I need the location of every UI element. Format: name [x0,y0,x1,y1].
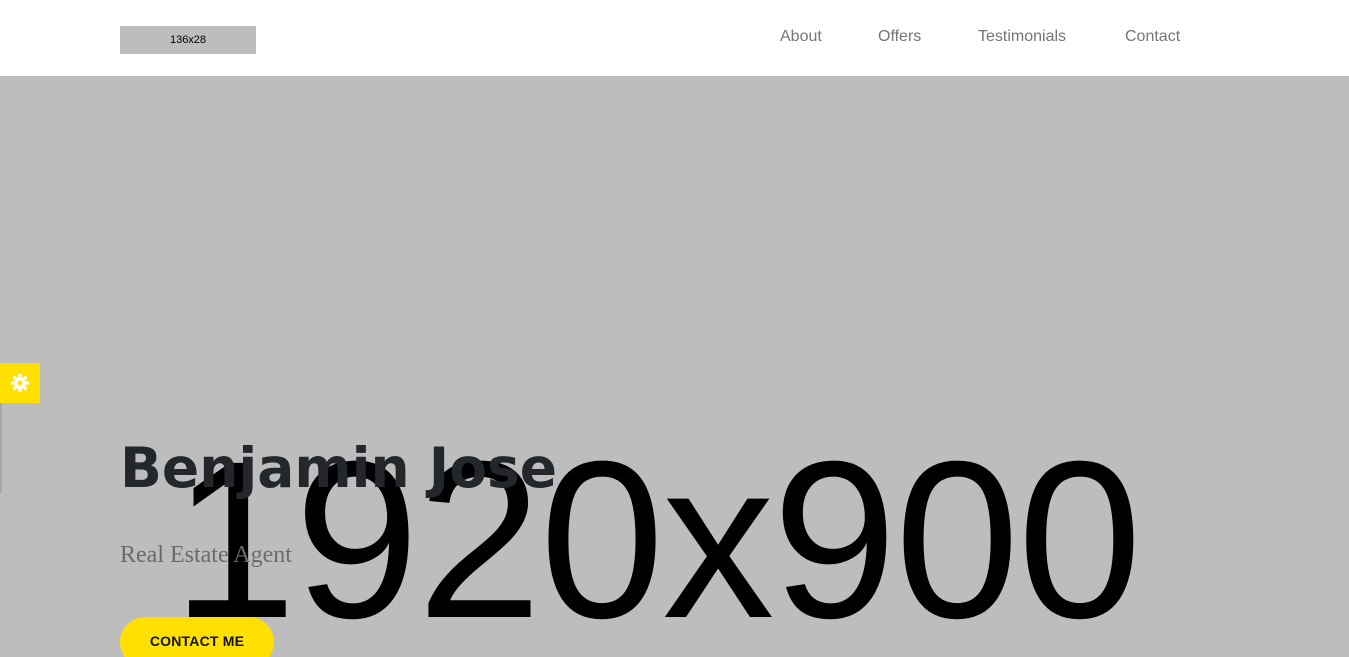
contact-me-button[interactable]: CONTACT ME [120,617,274,657]
nav-link-contact[interactable]: Contact [1125,28,1180,46]
hero-subtitle: Real Estate Agent [120,542,292,568]
site-header: 136x28 About Offers Testimonials Contact [0,0,1349,76]
nav-link-about[interactable]: About [780,28,822,46]
settings-toggle-button[interactable] [0,363,40,403]
hero-section: 1920x900 Benjamin Jose Real Estate Agent… [0,76,1349,657]
nav-link-testimonials[interactable]: Testimonials [978,28,1066,46]
main-nav: About Offers Testimonials Contact [0,28,1349,48]
gear-icon [10,373,30,393]
nav-link-offers[interactable]: Offers [878,28,921,46]
settings-panel-edge [0,403,2,493]
page: 136x28 About Offers Testimonials Contact… [0,0,1349,657]
hero-title: Benjamin Jose [120,436,558,500]
